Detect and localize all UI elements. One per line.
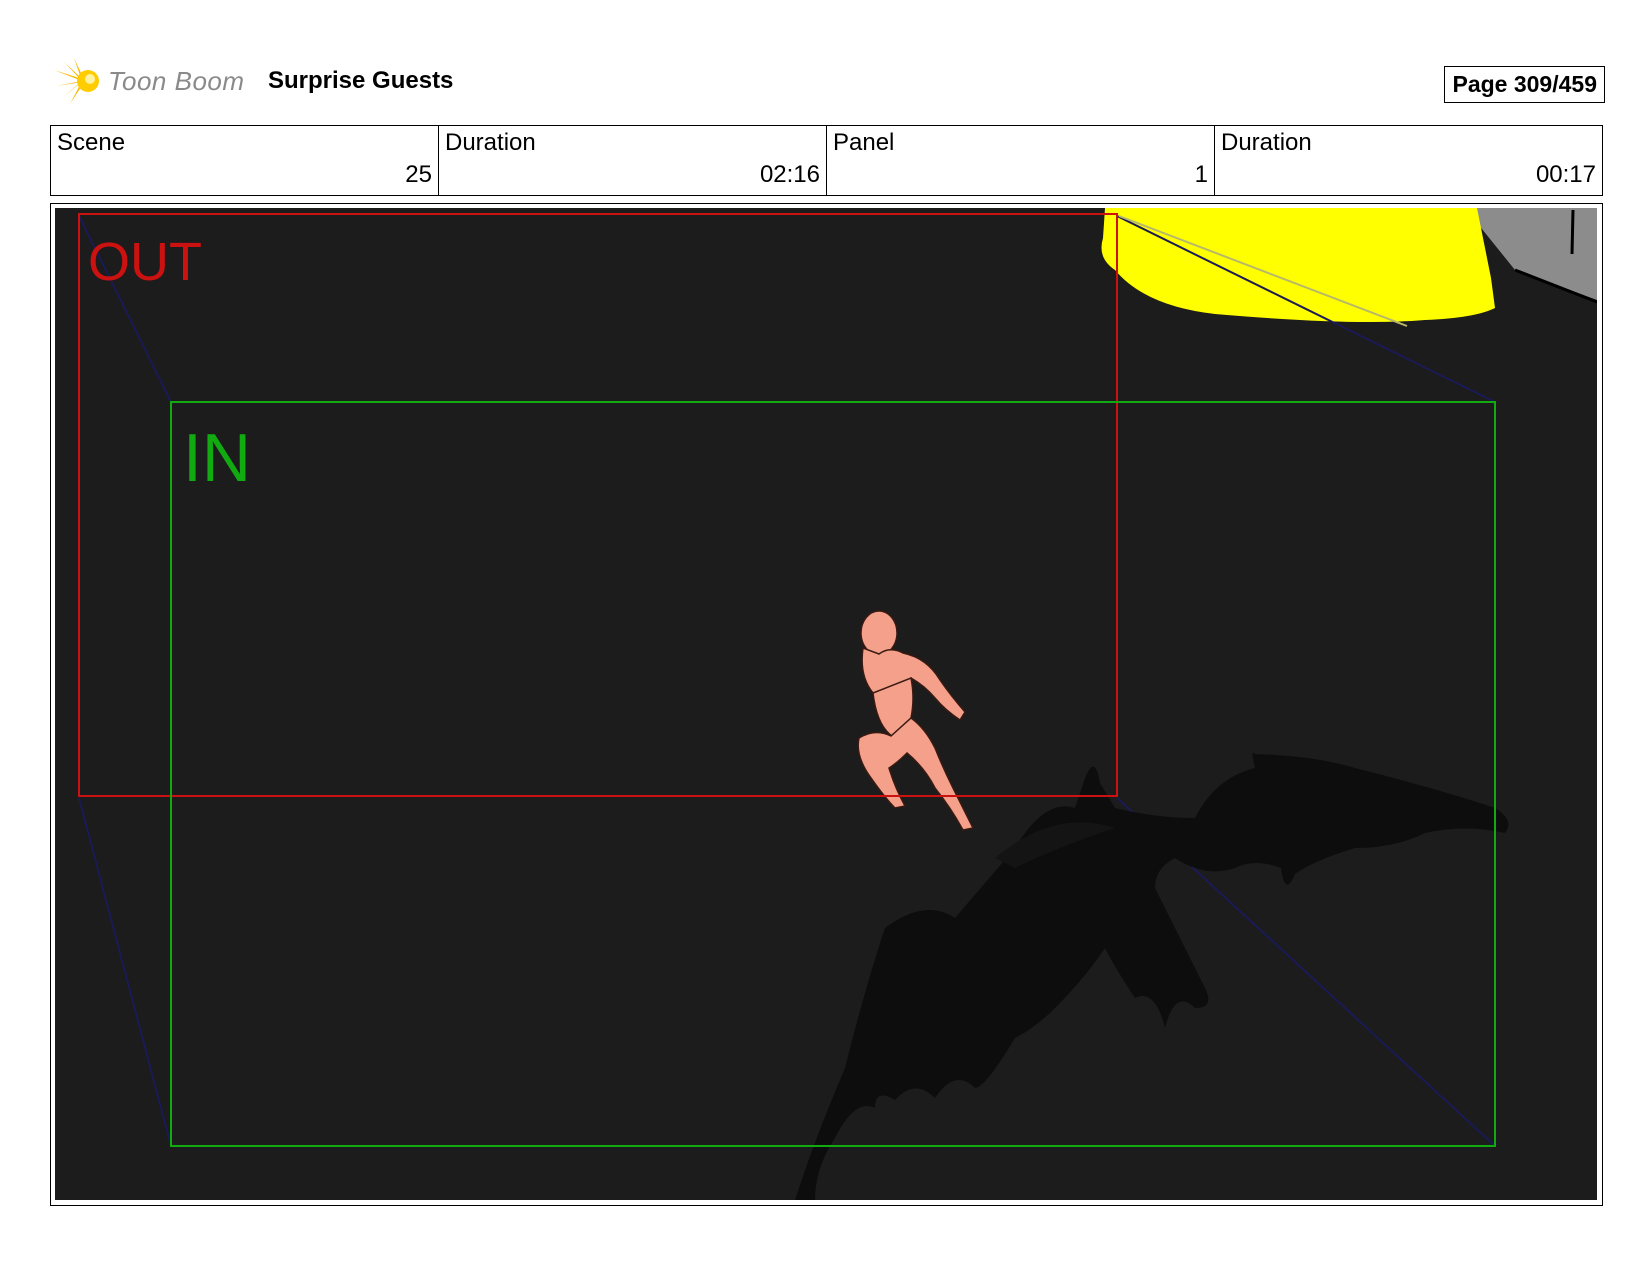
panel-artwork: OUT IN <box>55 208 1597 1200</box>
panel-value: 1 <box>1194 161 1208 188</box>
page-header: Toon Boom Surprise Guests Page 309/459 <box>52 56 1605 106</box>
project-title: Surprise Guests <box>268 67 454 94</box>
logo-text: Toon Boom <box>108 66 245 96</box>
in-label: IN <box>183 420 251 496</box>
panel-duration-cell: Duration 00:17 <box>1215 126 1602 195</box>
panel-background <box>55 208 1597 1200</box>
starburst-icon <box>54 58 99 104</box>
storyboard-panel: OUT IN <box>50 203 1603 1206</box>
scene-cell: Scene 25 <box>51 126 439 195</box>
scene-value: 25 <box>405 161 432 188</box>
scene-label: Scene <box>57 129 126 156</box>
page-number: Page 309/459 <box>1444 66 1605 103</box>
scene-info-table: Scene 25 Duration 02:16 Panel 1 Duration… <box>50 125 1603 196</box>
scene-duration-value: 02:16 <box>759 161 820 188</box>
panel-cell: Panel 1 <box>827 126 1215 195</box>
out-label: OUT <box>88 232 202 292</box>
panel-label: Panel <box>833 129 895 156</box>
toon-boom-logo: Toon Boom <box>52 56 252 106</box>
panel-duration-label: Duration <box>1221 129 1312 156</box>
scene-duration-cell: Duration 02:16 <box>439 126 827 195</box>
wall-mark <box>1570 209 1575 255</box>
panel-duration-value: 00:17 <box>1535 161 1596 188</box>
scene-duration-label: Duration <box>445 129 536 156</box>
